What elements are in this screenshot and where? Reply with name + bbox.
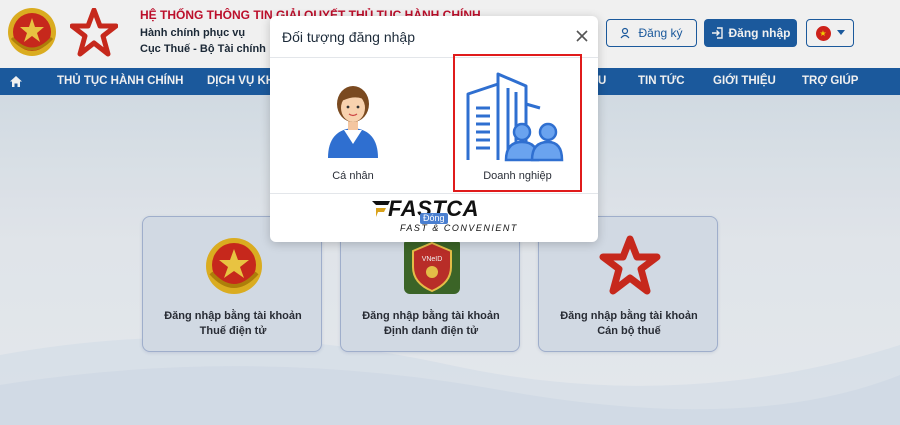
close-icon[interactable] [573,27,591,45]
building-icon [466,72,564,162]
person-icon [328,86,378,158]
option-individual-label: Cá nhân [332,170,374,182]
option-business-label: Doanh nghiệp [483,170,552,182]
fastca-tagline: FAST & CONVENIENT [400,223,518,233]
dialog-title: Đối tượng đăng nhập [282,29,415,45]
fastca-watermark: FASTCA FAST & CONVENIENT [370,196,530,236]
login-type-dialog: Đối tượng đăng nhập Cá nhân Doanh nghiệp… [270,16,598,242]
divider [270,193,598,194]
option-individual[interactable]: Cá nhân [298,58,408,192]
option-business[interactable]: Doanh nghiệp [453,54,582,192]
close-button[interactable]: Đóng [420,213,448,224]
